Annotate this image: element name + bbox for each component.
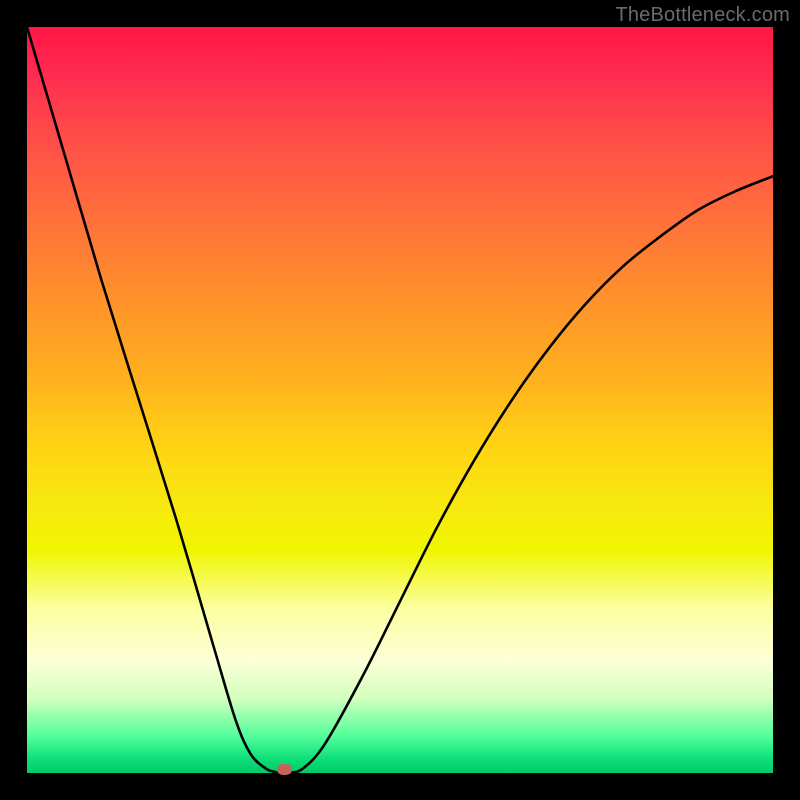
optimal-point-marker	[277, 764, 292, 775]
plot-area	[27, 27, 773, 773]
chart-frame: TheBottleneck.com	[0, 0, 800, 800]
watermark-text: TheBottleneck.com	[615, 4, 790, 27]
bottleneck-curve	[27, 27, 773, 773]
curve-svg	[27, 27, 773, 773]
